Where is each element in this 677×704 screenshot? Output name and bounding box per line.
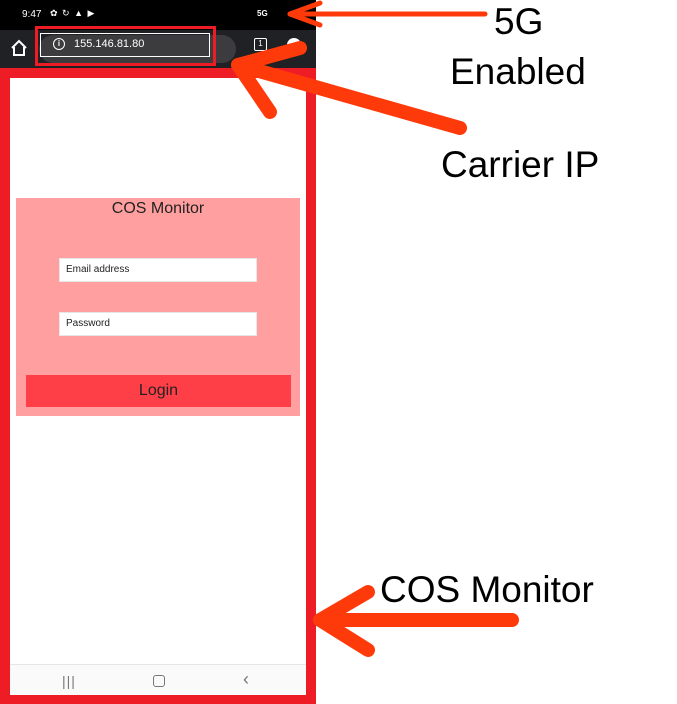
arrow-carrier-ip (231, 41, 467, 135)
annotation-enabled: Enabled (450, 51, 586, 92)
annotation-cos-monitor: COS Monitor (380, 569, 594, 610)
arrow-5g (287, 0, 488, 28)
annotation-5g: 5G (494, 1, 544, 42)
annotation-carrier-ip: Carrier IP (441, 144, 600, 185)
